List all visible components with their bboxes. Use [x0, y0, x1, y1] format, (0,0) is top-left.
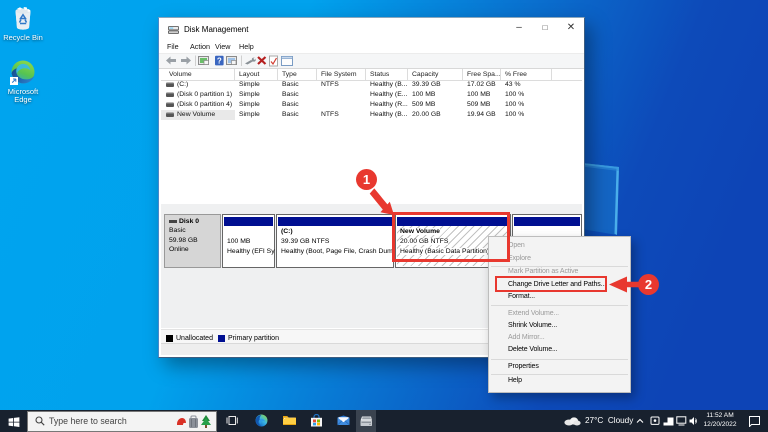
svg-text:?: ?: [217, 57, 222, 66]
